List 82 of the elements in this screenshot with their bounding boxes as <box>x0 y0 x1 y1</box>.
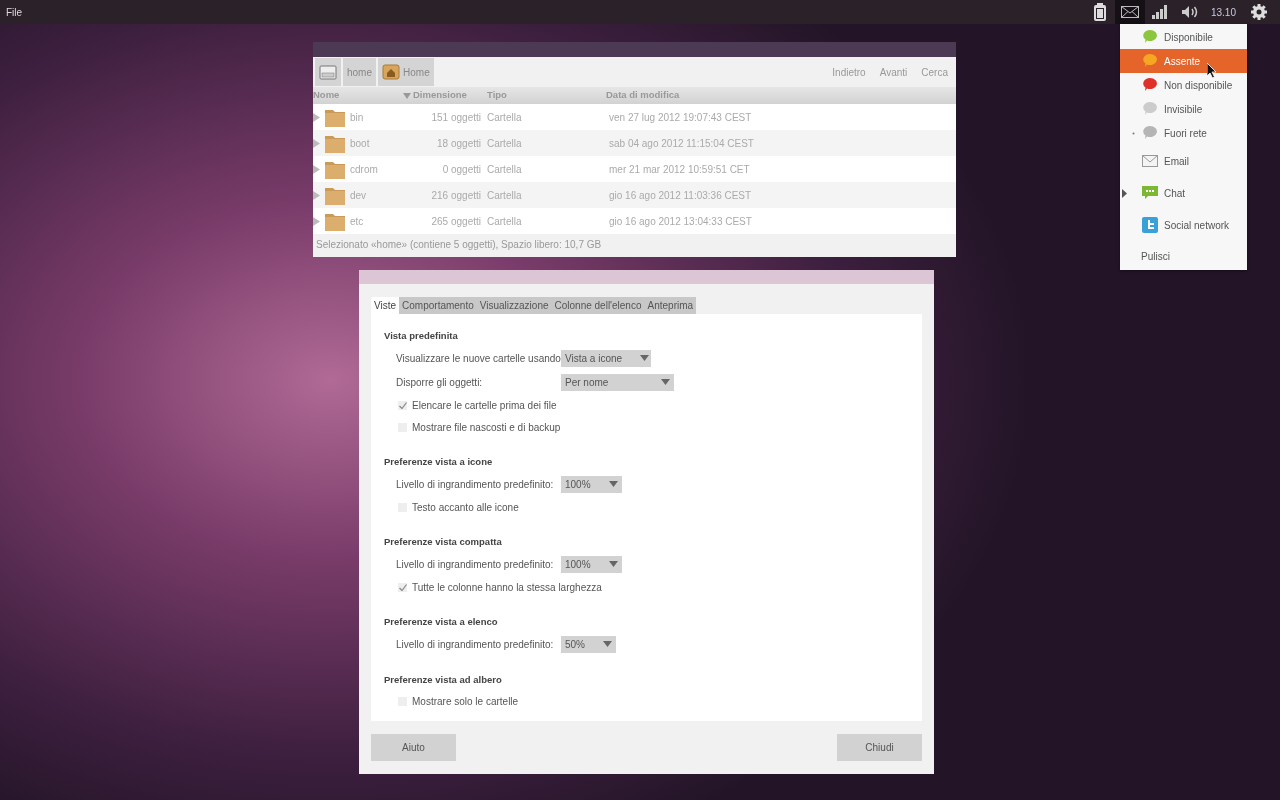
modified-date: ven 27 lug 2012 19:07:43 CEST <box>608 110 753 125</box>
envelope-icon[interactable] <box>1120 6 1139 18</box>
settings-icon[interactable] <box>1250 3 1268 21</box>
expander-icon[interactable] <box>313 138 320 148</box>
item-count: 265 oggetti <box>430 214 481 229</box>
file-name: cdrom <box>350 162 378 177</box>
caret-icon <box>640 355 650 361</box>
file-type: Cartella <box>486 188 523 203</box>
expander-icon[interactable] <box>313 164 320 174</box>
menu-item[interactable]: Pulisci <box>1120 241 1247 271</box>
drive-icon <box>319 64 337 80</box>
checkbox[interactable] <box>398 400 407 410</box>
clock-text[interactable]: 13.10 <box>1210 4 1236 20</box>
file-name: dev <box>350 188 367 203</box>
sort-arrow-icon <box>403 92 411 99</box>
caret-icon <box>661 379 670 385</box>
file-type: Cartella <box>486 136 523 151</box>
section-title: Preferenze vista compatta <box>384 534 503 549</box>
menu-item[interactable]: Non disponibile <box>1120 73 1247 97</box>
dropdown[interactable]: 100% <box>561 475 622 493</box>
file-type: Cartella <box>486 162 523 177</box>
drive-button[interactable] <box>315 58 341 86</box>
dropdown[interactable]: Vista a icone <box>561 349 651 367</box>
menu-item[interactable]: Assente <box>1120 49 1247 73</box>
field-label: Livello di ingrandimento predefinito: <box>396 557 555 572</box>
modified-date: sab 04 ago 2012 11:15:04 CEST <box>608 136 755 151</box>
expander-icon[interactable] <box>313 190 320 200</box>
dialog-button[interactable]: Aiuto <box>371 734 456 761</box>
menu-item[interactable]: File <box>6 4 23 20</box>
caret-icon <box>608 561 618 567</box>
tab[interactable]: Viste <box>371 297 400 314</box>
file-name: boot <box>350 136 370 151</box>
section-title: Preferenze vista a elenco <box>384 614 499 629</box>
file-type: Cartella <box>486 110 523 125</box>
dropdown[interactable]: 50% <box>561 635 616 653</box>
check-icon <box>398 583 407 591</box>
item-count: 18 oggetti <box>436 136 481 151</box>
menu-item[interactable]: Fuori rete <box>1120 121 1247 145</box>
menu-item[interactable]: Invisibile <box>1120 97 1247 121</box>
menu-item[interactable]: Email <box>1120 145 1247 177</box>
field-label: Livello di ingrandimento predefinito: <box>396 477 555 492</box>
section-title: Preferenze vista ad albero <box>384 672 503 687</box>
section-title: Vista predefinita <box>384 328 459 343</box>
checkbox[interactable] <box>398 582 407 592</box>
checkbox-label: Mostrare file nascosti e di backup <box>412 420 561 435</box>
modified-date: gio 16 ago 2012 13:04:33 CEST <box>608 214 753 229</box>
caret-icon <box>608 481 618 487</box>
menu-item[interactable]: Chat <box>1120 177 1247 209</box>
caret-icon <box>603 641 612 647</box>
signal-icon[interactable] <box>1151 5 1168 19</box>
field-label: Livello di ingrandimento predefinito: <box>396 637 555 652</box>
checkbox-label: Mostrare solo le cartelle <box>412 694 519 709</box>
checkbox-label: Tutte le colonne hanno la stessa larghezza <box>412 580 602 595</box>
dialog-button[interactable]: Chiudi <box>837 734 922 761</box>
chat-bubble-icon <box>1142 185 1158 201</box>
menu-item[interactable]: Social network <box>1120 209 1247 241</box>
expander-icon[interactable] <box>313 112 320 122</box>
expander-icon[interactable] <box>313 216 320 226</box>
file-name: etc <box>350 214 364 229</box>
item-count: 216 oggetti <box>430 188 481 203</box>
cursor-icon <box>1207 63 1217 79</box>
envelope-icon <box>1142 153 1158 169</box>
file-name: bin <box>350 110 364 125</box>
home-folder-icon <box>382 64 400 80</box>
dropdown[interactable]: 100% <box>561 555 622 573</box>
modified-date: mer 21 mar 2012 10:59:51 CET <box>608 162 751 177</box>
modified-date: gio 16 ago 2012 11:03:36 CEST <box>608 188 753 203</box>
menu-item[interactable]: Disponibile <box>1120 25 1247 49</box>
checkbox-label: Elencare le cartelle prima dei file <box>412 398 557 413</box>
clipboard-icon[interactable] <box>1092 3 1107 21</box>
checkbox-label: Testo accanto alle icone <box>412 500 519 515</box>
dropdown[interactable]: Per nome <box>561 373 674 391</box>
section-title: Preferenze vista a icone <box>384 454 494 469</box>
check-icon <box>398 401 407 409</box>
field-label: Disporre gli oggetti: <box>396 375 484 390</box>
status-text: Selezionato «home» (contiene 5 oggetti), Spazio libero: 10,7 GB <box>315 238 603 252</box>
bird-badge-icon <box>1142 217 1158 233</box>
file-type: Cartella <box>486 214 523 229</box>
item-count: 151 oggetti <box>430 110 481 125</box>
item-count: 0 oggetti <box>441 162 481 177</box>
field-label: Visualizzare le nuove cartelle usando: <box>396 351 561 366</box>
volume-icon[interactable] <box>1180 5 1199 19</box>
